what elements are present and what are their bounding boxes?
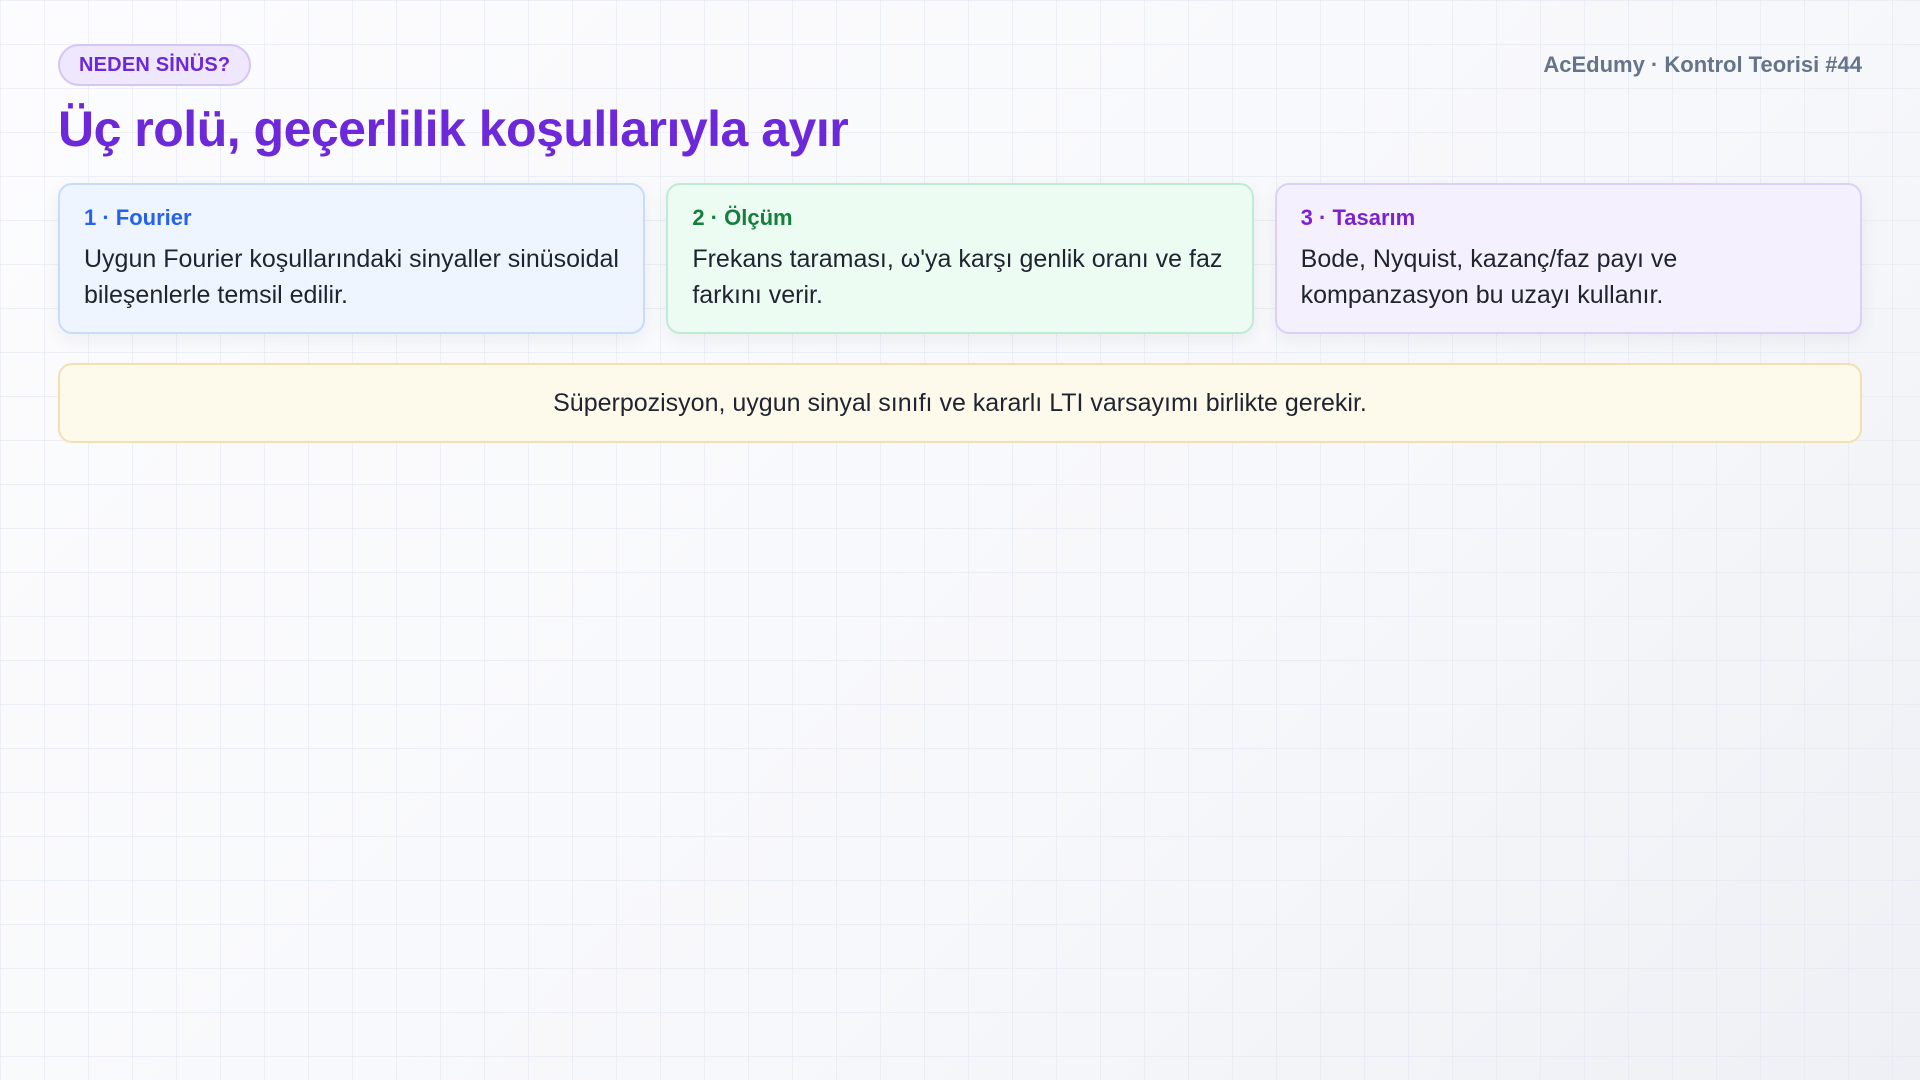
card-measurement-text: Frekans taraması, ω'ya karşı genlik oran… xyxy=(692,245,1223,309)
card-measurement: 2 · Ölçüm Frekans taraması, ω'ya karşı g… xyxy=(666,183,1254,334)
page-title: Üç rolü, geçerlilik koşullarıyla ayır xyxy=(58,101,849,157)
card-design-title: 3 · Tasarım xyxy=(1300,205,1416,230)
role-cards: 1 · Fourier Uygun Fourier koşullarındaki… xyxy=(58,183,1862,334)
card-fourier-title: 1 · Fourier xyxy=(84,205,192,230)
card-fourier-text: Uygun Fourier koşullarındaki sinyaller s… xyxy=(84,245,619,309)
card-design: 3 · Tasarım Bode, Nyquist, kazanç/faz pa… xyxy=(1274,183,1862,334)
card-measurement-title: 2 · Ölçüm xyxy=(692,205,793,230)
topic-badge: NEDEN SİNÜS? xyxy=(58,44,252,86)
card-design-text: Bode, Nyquist, kazanç/faz payı ve kompan… xyxy=(1300,245,1678,309)
brand-label: AcEdumy · Kontrol Teorisi #44 xyxy=(1543,52,1862,77)
card-fourier: 1 · Fourier Uygun Fourier koşullarındaki… xyxy=(58,183,646,334)
assumption-note: Süperpozisyon, uygun sinyal sınıfı ve ka… xyxy=(58,363,1862,443)
